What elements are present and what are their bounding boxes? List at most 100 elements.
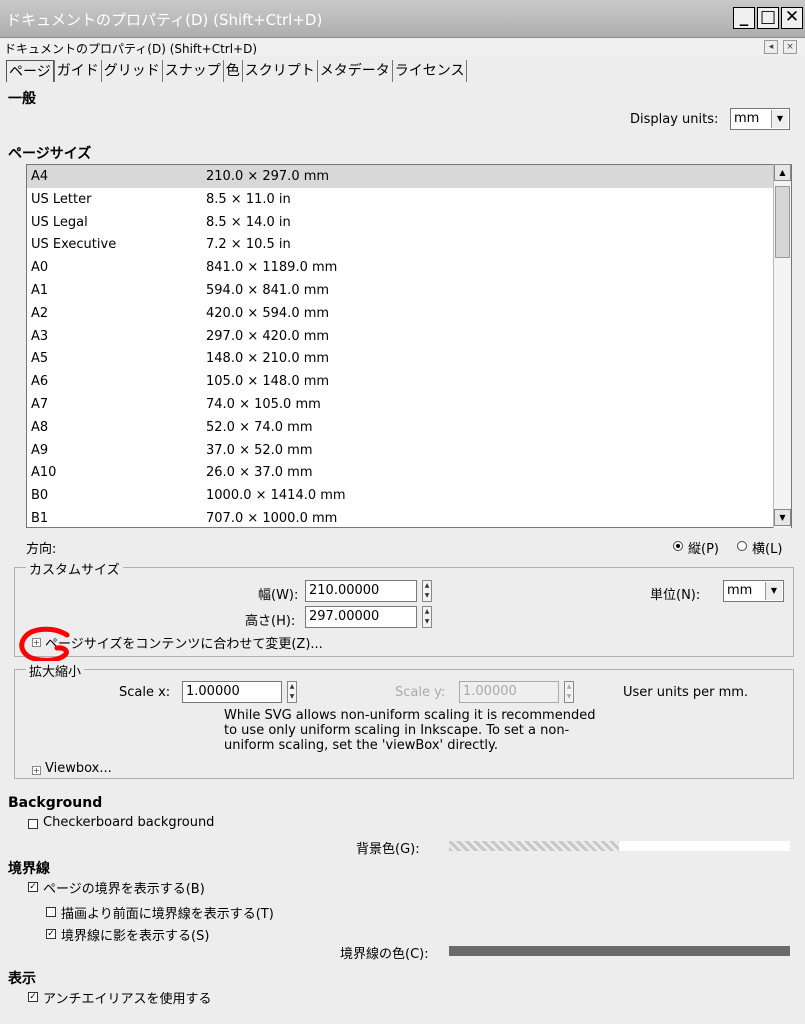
- page-size-row[interactable]: B1 707.0 × 1000.0 mm: [27, 507, 775, 527]
- page-size-row[interactable]: A7 74.0 × 105.0 mm: [27, 393, 775, 416]
- page-size-row[interactable]: B0 1000.0 × 1414.0 mm: [27, 484, 775, 507]
- units-label: 単位(N):: [650, 588, 701, 603]
- display-heading: 表示: [8, 971, 36, 987]
- height-input[interactable]: 297.00000: [305, 606, 417, 628]
- show-shadow-label[interactable]: 境界線に影を表示する(S): [61, 925, 209, 944]
- page-size-name: A5: [31, 351, 49, 367]
- scale-y-input[interactable]: 1.00000: [459, 681, 559, 703]
- display-units-label: Display units:: [630, 112, 719, 127]
- page-size-dimensions: 210.0 × 297.0 mm: [206, 169, 330, 184]
- portrait-label[interactable]: 縦(P): [688, 538, 719, 557]
- page-size-dimensions: 74.0 × 105.0 mm: [206, 397, 321, 412]
- tab-page[interactable]: ページ: [6, 60, 54, 82]
- page-size-row[interactable]: A1 594.0 × 841.0 mm: [27, 279, 775, 302]
- scale-x-input[interactable]: 1.00000: [182, 681, 282, 703]
- landscape-label[interactable]: 横(L): [752, 538, 782, 557]
- page-size-name: A3: [31, 328, 49, 344]
- page-size-name: US Legal: [31, 214, 88, 230]
- orientation-label: 方向:: [26, 542, 57, 557]
- page-size-row[interactable]: A4 210.0 × 297.0 mm: [27, 165, 775, 188]
- page-size-name: A2: [31, 305, 49, 321]
- tab-grids[interactable]: グリッド: [100, 60, 162, 82]
- scale-y-spinner[interactable]: ▲ ▼: [564, 681, 574, 703]
- page-size-name: A8: [31, 419, 49, 435]
- page-size-scrollbar[interactable]: ▲ ▼: [773, 164, 791, 528]
- page-size-name: US Executive: [31, 237, 117, 253]
- page-size-dimensions: 594.0 × 841.0 mm: [206, 283, 330, 298]
- resize-to-content-expander[interactable]: ページサイズをコンテンツに合わせて変更(Z)...: [45, 633, 323, 652]
- height-spinner[interactable]: ▲ ▼: [422, 606, 432, 628]
- page-size-name: A7: [31, 397, 49, 412]
- width-spinner[interactable]: ▲ ▼: [422, 580, 432, 602]
- scrollbar-thumb[interactable]: [775, 186, 790, 258]
- page-size-row[interactable]: A6 105.0 × 148.0 mm: [27, 370, 775, 393]
- checkerboard-label[interactable]: Checkerboard background: [43, 815, 214, 830]
- tab-snap[interactable]: スナップ: [161, 60, 223, 82]
- border-on-top-checkbox[interactable]: [46, 907, 56, 917]
- portrait-radio[interactable]: [673, 541, 683, 551]
- custom-size-legend: カスタムサイズ: [26, 559, 123, 578]
- scroll-up-icon[interactable]: ▲: [774, 164, 791, 181]
- scale-x-spinner[interactable]: ▲ ▼: [287, 681, 297, 703]
- show-shadow-checkbox[interactable]: ✓: [46, 929, 56, 939]
- page-size-row[interactable]: US Legal 8.5 × 14.0 in: [27, 211, 775, 234]
- background-heading: Background: [8, 795, 103, 811]
- scale-note: While SVG allows non-uniform scaling it …: [224, 708, 596, 753]
- show-border-checkbox[interactable]: ✓: [28, 882, 38, 892]
- page-size-list[interactable]: A4 210.0 × 297.0 mm US Letter 8.5 × 11.0 in…: [26, 164, 792, 528]
- page-size-row[interactable]: A3 297.0 × 420.0 mm: [27, 325, 775, 348]
- page-size-dimensions: 841.0 × 1189.0 mm: [206, 260, 338, 276]
- border-on-top-label[interactable]: 描画より前面に境界線を表示する(T): [61, 903, 274, 922]
- user-units-label: User units per mm.: [623, 685, 749, 700]
- tab-color[interactable]: 色: [222, 60, 242, 82]
- landscape-radio[interactable]: [737, 541, 747, 551]
- antialias-label[interactable]: アンチエイリアスを使用する: [43, 988, 211, 1007]
- page-size-row[interactable]: A0 841.0 × 1189.0 mm: [27, 256, 775, 279]
- expand-plus-icon[interactable]: +: [32, 766, 41, 775]
- page-size-row[interactable]: A5 148.0 × 210.0 mm: [27, 347, 775, 370]
- scale-y-label: Scale y:: [395, 685, 446, 700]
- page-size-row[interactable]: A10 26.0 × 37.0 mm: [27, 461, 775, 484]
- page-size-row[interactable]: US Executive 7.2 × 10.5 in: [27, 233, 775, 256]
- tab-guides[interactable]: ガイド: [53, 60, 101, 82]
- page-size-dimensions: 8.5 × 11.0 in: [206, 191, 291, 207]
- page-size-row[interactable]: A8 52.0 × 74.0 mm: [27, 416, 775, 439]
- page-size-dimensions: 148.0 × 210.0 mm: [206, 351, 330, 367]
- tab-license[interactable]: ライセンス: [391, 60, 468, 82]
- page-size-row[interactable]: A2 420.0 × 594.0 mm: [27, 302, 775, 325]
- checkerboard-checkbox[interactable]: [28, 819, 38, 829]
- units-select[interactable]: mm ▼: [723, 580, 784, 602]
- scroll-down-icon[interactable]: ▼: [774, 509, 791, 526]
- tab-scripts[interactable]: スクリプト: [241, 60, 317, 82]
- page-size-row[interactable]: US Letter 8.5 × 11.0 in: [27, 188, 775, 211]
- background-color-swatch-fill[interactable]: [619, 841, 790, 851]
- border-heading: 境界線: [8, 861, 50, 877]
- close-button[interactable]: ✕: [781, 7, 803, 29]
- window-title: ドキュメントのプロパティ(D) (Shift+Ctrl+D): [6, 11, 323, 29]
- antialias-checkbox[interactable]: ✓: [28, 992, 38, 1002]
- page-size-name: A10: [31, 465, 57, 481]
- background-color-label: 背景色(G):: [356, 842, 420, 857]
- tab-bar: ページ ガイド グリッド スナップ 色 スクリプト メタデータ ライセンス: [6, 60, 468, 82]
- page-size-dimensions: 420.0 × 594.0 mm: [206, 305, 330, 321]
- border-color-swatch[interactable]: [449, 946, 790, 956]
- scale-x-label: Scale x:: [119, 685, 171, 700]
- dock-title: ドキュメントのプロパティ(D) (Shift+Ctrl+D): [4, 42, 258, 56]
- show-border-label[interactable]: ページの境界を表示する(B): [43, 878, 205, 897]
- dock-close-icon[interactable]: ×: [783, 40, 797, 54]
- maximize-button[interactable]: □: [757, 7, 779, 29]
- page-size-row[interactable]: A9 37.0 × 52.0 mm: [27, 439, 775, 462]
- display-units-value: mm: [734, 111, 760, 126]
- page-size-name: A9: [31, 442, 49, 458]
- background-color-swatch[interactable]: [449, 841, 619, 851]
- width-input[interactable]: 210.00000: [305, 580, 417, 602]
- page-size-dimensions: 1000.0 × 1414.0 mm: [206, 488, 346, 504]
- minimize-button[interactable]: _: [733, 7, 755, 29]
- chevron-down-icon: ▼: [765, 582, 782, 600]
- display-units-select[interactable]: mm ▼: [730, 108, 790, 130]
- dock-iconify-icon[interactable]: ◂: [764, 40, 778, 54]
- tab-metadata[interactable]: メタデータ: [316, 60, 392, 82]
- general-heading: 一般: [8, 91, 36, 107]
- page-size-name: B1: [31, 511, 49, 526]
- viewbox-expander[interactable]: Viewbox...: [45, 761, 112, 776]
